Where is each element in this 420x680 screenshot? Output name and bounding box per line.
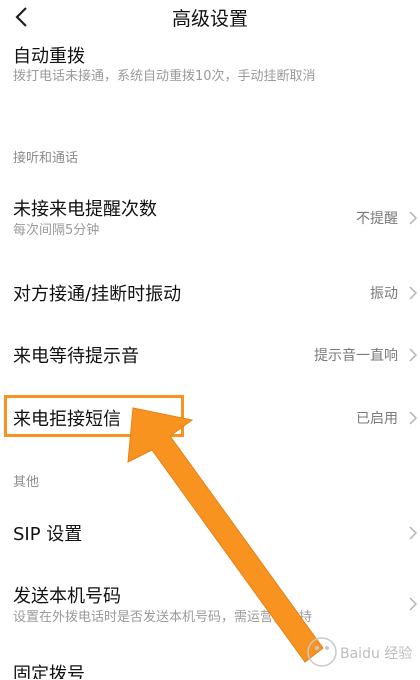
chevron-right-icon xyxy=(409,211,418,225)
section-calls-label: 接听和通话 xyxy=(13,151,79,166)
call-waiting-title: 来电等待提示音 xyxy=(13,346,139,367)
section-other-label: 其他 xyxy=(13,475,40,490)
auto-redial-subtitle: 拨打电话未接通，系统自动重拨10次，手动挂断取消 xyxy=(13,69,316,84)
baidu-watermark: Baidu 经验 xyxy=(300,632,418,676)
page-title: 高级设置 xyxy=(171,8,248,30)
setting-auto-redial[interactable]: 自动重拨 拨打电话未接通，系统自动重拨10次，手动挂断取消 xyxy=(0,36,420,108)
setting-sip[interactable]: SIP 设置 xyxy=(0,508,420,554)
setting-call-waiting-tone[interactable]: 来电等待提示音 提示音一直响 xyxy=(0,330,420,376)
vibrate-value: 振动 xyxy=(370,286,398,302)
send-number-title: 发送本机号码 xyxy=(13,586,121,607)
watermark-text: Baidu 经验 xyxy=(340,646,412,662)
sip-title: SIP 设置 xyxy=(13,524,83,545)
chevron-right-icon xyxy=(409,411,418,425)
missed-call-title: 未接来电提醒次数 xyxy=(13,199,157,220)
setting-send-number[interactable]: 发送本机号码 设置在外拨电话时是否发送本机号码，需运营商支持 xyxy=(0,576,420,636)
chevron-right-icon xyxy=(409,597,418,611)
chevron-right-icon xyxy=(409,286,418,300)
setting-missed-call-reminder[interactable]: 未接来电提醒次数 每次间隔5分钟 不提醒 xyxy=(0,186,420,246)
chevron-right-icon xyxy=(409,348,418,362)
fixed-dial-title: 固定拨号 xyxy=(13,664,85,679)
setting-vibrate-on-connect[interactable]: 对方接通/挂断时振动 振动 xyxy=(0,268,420,314)
header: 高级设置 xyxy=(0,0,420,36)
send-number-subtitle: 设置在外拨电话时是否发送本机号码，需运营商支持 xyxy=(13,610,313,625)
missed-call-value: 不提醒 xyxy=(356,211,398,227)
vibrate-title: 对方接通/挂断时振动 xyxy=(13,284,182,305)
auto-redial-title: 自动重拨 xyxy=(13,46,85,67)
chevron-right-icon xyxy=(409,526,418,540)
missed-call-subtitle: 每次间隔5分钟 xyxy=(13,223,100,238)
call-waiting-value: 提示音一直响 xyxy=(314,348,398,364)
baidu-logo-icon: Baidu 经验 xyxy=(307,637,412,667)
reject-sms-value: 已启用 xyxy=(356,411,398,427)
highlight-box xyxy=(4,395,184,437)
